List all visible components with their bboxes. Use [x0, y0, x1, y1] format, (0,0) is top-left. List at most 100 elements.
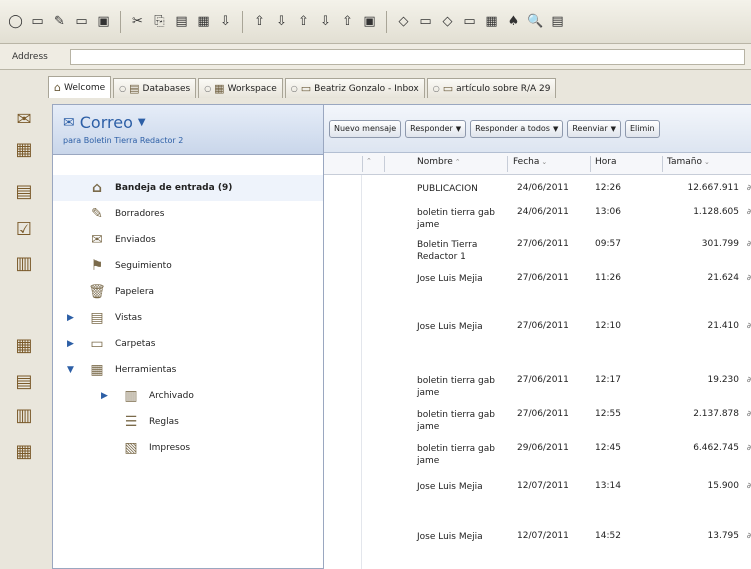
copy-icon[interactable]: ▤	[172, 12, 191, 31]
spell-icon[interactable]: ⇩	[216, 12, 235, 31]
message-date: 27/06/2011	[517, 239, 569, 249]
minus-icon[interactable]: ◇	[438, 12, 457, 31]
cut-icon[interactable]: ⎘	[150, 12, 169, 31]
up-icon[interactable]: ⇩	[272, 12, 291, 31]
blank-icon[interactable]: ▭	[28, 12, 47, 31]
nav-item-bandeja[interactable]: ⌂ Bandeja de entrada (9)	[53, 175, 323, 201]
up-icon[interactable]: ▣	[360, 12, 379, 31]
attachment-icon: ∂	[746, 207, 751, 216]
message-name: Jose Luis Mejia	[417, 274, 483, 284]
launcher-bar: ✉ ▦ ▤ ☑ ▥ ▦ ▤ ▥ ▦	[0, 100, 48, 569]
sort-icon[interactable]: ⌃	[366, 157, 372, 165]
nav-item-archivado[interactable]: ▶ ▥ Archivado	[53, 383, 323, 409]
chevron-down-icon[interactable]: ▼	[553, 125, 558, 133]
nav-item-label: Archivado	[149, 391, 194, 401]
nav-item-seguimiento[interactable]: ⚑ Seguimiento	[53, 253, 323, 279]
folder-icon[interactable]: ▦	[10, 332, 38, 358]
address-input[interactable]	[70, 48, 745, 65]
message-time: 14:52	[595, 531, 621, 541]
column-time[interactable]: Hora	[595, 157, 617, 167]
close-icon[interactable]: ○	[119, 84, 126, 93]
database-icon[interactable]: ▥	[10, 402, 38, 428]
tab-3[interactable]: ○ ▭ Beatriz Gonzalo - Inbox	[284, 78, 425, 98]
edit-icon[interactable]: ▭	[72, 12, 91, 31]
diamond-icon[interactable]: ▭	[460, 12, 479, 31]
pages-icon[interactable]: ♠	[504, 12, 523, 31]
message-time: 09:57	[595, 239, 621, 249]
nav-item-impresos[interactable]: ▧ Impresos	[53, 435, 323, 461]
down-icon[interactable]: ⇧	[294, 12, 313, 31]
nav-item-enviados[interactable]: ✉ Enviados	[53, 227, 323, 253]
column-divider	[590, 156, 591, 172]
column-date[interactable]: Fecha ⌄	[513, 157, 547, 167]
action-button-2[interactable]: Responder a todos ▼	[470, 119, 564, 138]
chevron-down-icon[interactable]: ▼	[456, 125, 461, 133]
replicator-icon[interactable]: ▤	[10, 368, 38, 394]
navigator-title-label: Correo	[79, 113, 133, 132]
tab-label: Databases	[142, 83, 191, 94]
tab-icon: ▦	[214, 82, 225, 95]
tab-4[interactable]: ○ ▭ artículo sobre R/A 29	[426, 78, 557, 98]
nav-item-carpetas[interactable]: ▶ ▭ Carpetas	[53, 331, 323, 357]
address-bar: Address	[0, 44, 751, 70]
navigator-title[interactable]: ✉ Correo ▼	[63, 113, 313, 132]
action-button-4[interactable]: Elimin	[625, 119, 660, 138]
open-icon[interactable]: ✎	[50, 12, 69, 31]
down-icon[interactable]: ⇧	[338, 12, 357, 31]
close-icon[interactable]: ○	[291, 84, 298, 93]
action-button-1[interactable]: Responder ▼	[405, 119, 467, 138]
navigator-subtitle: para Boletin Tierra Redactor 2	[63, 136, 184, 145]
attachment-icon: ∂	[746, 321, 751, 330]
minus-icon[interactable]: ▦	[482, 12, 501, 31]
column-name[interactable]: Nombre ⌃	[417, 157, 461, 167]
contacts-icon[interactable]: ▤	[10, 178, 38, 204]
todo-icon[interactable]: ☑	[10, 216, 38, 242]
up-icon[interactable]: ⇩	[316, 12, 335, 31]
tab-2[interactable]: ○ ▦ Workspace	[198, 78, 283, 98]
close-icon[interactable]: ○	[204, 84, 211, 93]
nav-item-herramientas[interactable]: ▼ ▦ Herramientas	[53, 357, 323, 383]
attachment-icon: ∂	[746, 273, 751, 282]
close-icon[interactable]: ○	[433, 84, 440, 93]
nav-item-borradores[interactable]: ✎ Borradores	[53, 201, 323, 227]
calendar-icon[interactable]: ▦	[10, 136, 38, 162]
nav-item-reglas[interactable]: ☰ Reglas	[53, 409, 323, 435]
collapsed-arrow-icon[interactable]: ▶	[67, 339, 74, 349]
toolbar-separator	[120, 10, 121, 33]
mail-icon: ✉	[63, 114, 75, 131]
message-name: Boletin Tierra Redactor 1	[417, 240, 478, 262]
tab-icon: ▭	[300, 82, 312, 95]
tab-0[interactable]: ⌂ Welcome	[48, 76, 112, 98]
tab-1[interactable]: ○ ▤ Databases	[113, 78, 197, 98]
message-time: 13:14	[595, 481, 621, 491]
diamond-icon[interactable]: ▭	[416, 12, 435, 31]
nav-item-papelera[interactable]: 🗑 Papelera	[53, 279, 323, 305]
action-button-3[interactable]: Reenviar ▼	[567, 119, 621, 138]
nav-item-label: Borradores	[115, 209, 165, 219]
collapsed-arrow-icon[interactable]: ▶	[67, 313, 74, 323]
search-icon[interactable]: ▤	[548, 12, 567, 31]
view-icon[interactable]: ◇	[394, 12, 413, 31]
window-icon[interactable]: ▣	[94, 12, 113, 31]
drafts-icon: ✎	[91, 206, 103, 222]
collapsed-arrow-icon[interactable]: ▶	[101, 391, 108, 401]
notebook-icon[interactable]: ▥	[10, 250, 38, 276]
chevron-down-icon[interactable]: ▼	[611, 125, 616, 133]
action-button-0[interactable]: Nuevo mensaje	[329, 119, 402, 138]
mail-icon[interactable]: ✉	[10, 106, 38, 132]
binoculars-icon[interactable]: 🔍	[526, 12, 545, 31]
chevron-down-icon[interactable]: ▼	[138, 117, 146, 128]
paste-icon[interactable]: ▦	[194, 12, 213, 31]
down-icon[interactable]: ⇧	[250, 12, 269, 31]
print-icon[interactable]: ✂	[128, 12, 147, 31]
new-icon[interactable]: ◯	[6, 12, 25, 31]
workspace-icon[interactable]: ▦	[10, 438, 38, 464]
archive-icon: ▥	[124, 388, 138, 404]
expanded-arrow-icon[interactable]: ▼	[67, 365, 74, 375]
tab-label: artículo sobre R/A 29	[456, 83, 551, 94]
folder-tree: ⌂ Bandeja de entrada (9) ✎ Borradores ✉ Envia…	[53, 175, 323, 461]
column-size[interactable]: Tamaño ⌄	[667, 157, 710, 167]
nav-item-vistas[interactable]: ▶ ▤ Vistas	[53, 305, 323, 331]
mail-navigator: ✉ Correo ▼ para Boletin Tierra Redactor …	[52, 104, 324, 569]
tab-icon: ▭	[442, 82, 454, 95]
